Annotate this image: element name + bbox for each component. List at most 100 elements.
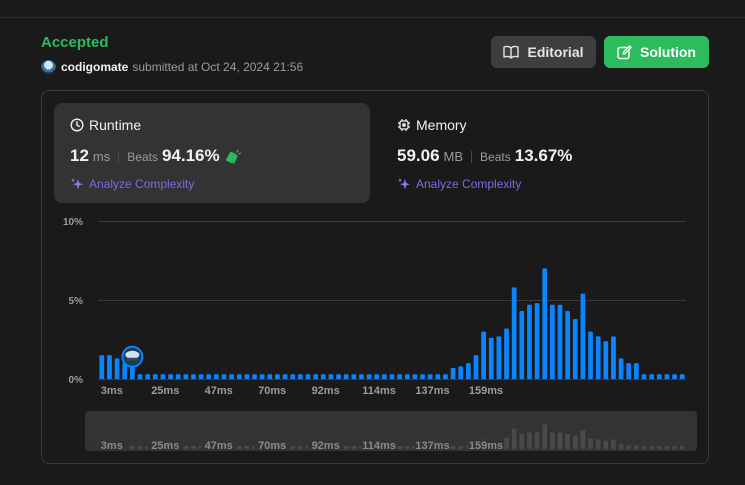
mini-x-tick-label: 114ms [362, 440, 396, 452]
chart-bar [527, 304, 532, 379]
chart-bar [99, 355, 105, 379]
chart-bar [366, 374, 372, 379]
mini-bar [527, 432, 532, 449]
mini-bar [580, 430, 586, 449]
x-tick-label: 92ms [312, 385, 340, 397]
runtime-distribution-chart[interactable]: 10% 5% 0% 3ms 25ms 47ms 70ms 92ms 114ms 137ms 159… [0, 0, 745, 485]
mini-bar [626, 445, 632, 449]
x-tick-label: 114ms [362, 385, 396, 397]
chart-bar [572, 318, 578, 379]
chart-bar [137, 374, 143, 379]
chart-bar [580, 293, 586, 379]
mini-bar [679, 446, 685, 449]
mini-bar [656, 446, 662, 449]
chart-bar [229, 374, 235, 379]
x-tick-label: 25ms [151, 385, 179, 397]
chart-bar [549, 304, 555, 379]
mini-bar [588, 438, 593, 449]
chart-bar [343, 374, 349, 379]
mini-bar [649, 446, 654, 449]
chart-bar [244, 374, 250, 379]
range-navigator[interactable]: 3ms 25ms 47ms 70ms 92ms 114ms 137ms 159ms [85, 411, 697, 452]
chart-bar [114, 358, 120, 379]
chart-bar [611, 336, 616, 379]
chart-bar [450, 367, 456, 379]
chart-bar [198, 374, 204, 379]
chart-bar [443, 374, 448, 379]
mini-bar [137, 446, 143, 449]
mini-bar [565, 433, 570, 449]
chart-bar [534, 303, 540, 379]
chart-bar [420, 374, 425, 379]
mini-bar [458, 446, 464, 449]
user-position-marker [121, 345, 144, 368]
chart-bar [633, 363, 639, 379]
chart-bar [206, 374, 212, 379]
mini-bar [603, 440, 609, 449]
chart-bar [488, 337, 494, 379]
chart-bar [473, 355, 479, 379]
chart-bar [359, 374, 364, 379]
chart-bar [458, 366, 464, 379]
mini-x-tick-label: 70ms [258, 440, 286, 452]
chart-bar [320, 374, 326, 379]
mini-bar [504, 437, 509, 449]
chart-bar [191, 374, 196, 379]
chart-bar [374, 374, 380, 379]
chart-bar [641, 374, 647, 379]
mini-bar [397, 446, 402, 449]
chart-bar [213, 374, 219, 379]
mini-bar [183, 446, 189, 449]
mini-bar [244, 446, 250, 449]
chart-bar [107, 355, 112, 379]
mini-bar [290, 446, 296, 449]
mini-bar [664, 446, 670, 449]
mini-x-tick-label: 137ms [415, 440, 449, 452]
chart-bar [542, 268, 548, 379]
chart-bar [603, 341, 609, 379]
chart-bar [496, 336, 502, 379]
mini-x-tick-label: 92ms [312, 440, 340, 452]
mini-bar [634, 445, 639, 449]
mini-x-tick-label: 25ms [151, 440, 179, 452]
chart-bar [336, 374, 341, 379]
chart-bar [404, 374, 410, 379]
chart-bar [588, 331, 593, 379]
chart-bar [160, 374, 166, 379]
mini-bar [343, 446, 349, 449]
chart-bar [313, 374, 319, 379]
x-axis-ticks: 3ms 25ms 47ms 70ms 92ms 114ms 137ms 159ms [101, 385, 503, 397]
mini-bar [534, 432, 540, 449]
chart-bar [511, 287, 517, 379]
chart-bar [168, 374, 173, 379]
mini-bar [298, 446, 303, 449]
chart-bar [649, 374, 655, 379]
mini-bar [351, 446, 357, 449]
mini-bar [611, 439, 616, 449]
x-tick-label: 70ms [258, 385, 286, 397]
mini-bar [191, 446, 196, 449]
mini-bar [236, 446, 242, 449]
mini-bar [557, 432, 563, 449]
mini-bar [130, 445, 135, 449]
chart-bar [672, 374, 677, 379]
mini-bar [519, 433, 525, 449]
chart-bar [565, 311, 571, 379]
chart-bar [290, 374, 296, 379]
chart-bars [99, 268, 685, 379]
chart-bar [259, 374, 265, 379]
chart-bar [664, 374, 670, 379]
chart-bar [175, 374, 181, 379]
x-tick-label: 3ms [101, 385, 123, 397]
marker-avatar-sky [125, 350, 140, 359]
chart-bar [427, 374, 433, 379]
chart-bar [679, 374, 685, 379]
chart-bar [183, 374, 189, 379]
chart-bar [381, 374, 387, 379]
chart-bar [656, 374, 662, 379]
mini-bar [550, 432, 555, 449]
chart-bar [481, 331, 487, 379]
chart-bar [557, 304, 563, 379]
mini-bar [404, 446, 410, 449]
x-tick-label: 47ms [205, 385, 233, 397]
